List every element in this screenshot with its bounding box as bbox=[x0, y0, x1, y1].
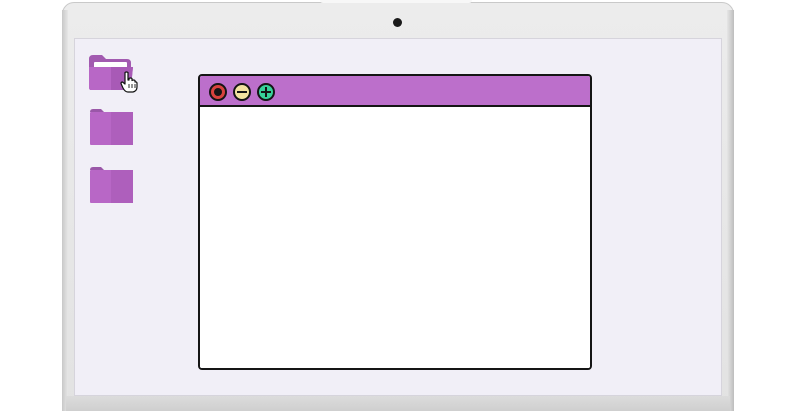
app-window[interactable] bbox=[198, 74, 592, 370]
webcam-icon bbox=[393, 18, 402, 27]
window-content bbox=[200, 107, 590, 368]
laptop-bottom-edge bbox=[66, 396, 730, 411]
folder-icon bbox=[90, 167, 133, 203]
minus-circle-icon[interactable] bbox=[233, 83, 251, 101]
desktop-folder-2[interactable] bbox=[89, 108, 133, 146]
window-titlebar[interactable] bbox=[200, 76, 590, 107]
folder-icon bbox=[90, 109, 133, 145]
bezel-edge-right bbox=[727, 10, 734, 411]
lid-notch bbox=[320, 0, 472, 3]
close-circle-icon[interactable] bbox=[209, 83, 227, 101]
desktop-folder-3[interactable] bbox=[89, 166, 133, 204]
bezel-edge-left bbox=[62, 10, 68, 411]
plus-circle-icon[interactable] bbox=[257, 83, 275, 101]
hand-pointer-icon bbox=[120, 71, 138, 93]
laptop-illustration bbox=[0, 0, 797, 411]
